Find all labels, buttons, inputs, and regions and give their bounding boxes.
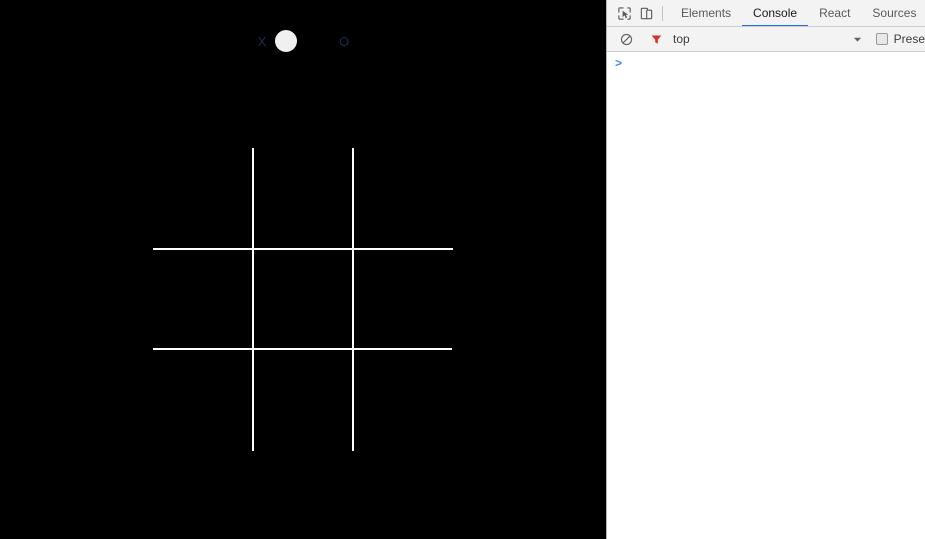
tab-console[interactable]: Console	[742, 0, 809, 26]
console-prompt-input[interactable]	[622, 57, 925, 71]
tab-react[interactable]: React	[808, 0, 861, 26]
web-page-viewport: X O	[0, 0, 606, 539]
board-grid-line-vertical-1	[252, 148, 254, 451]
preserve-log-checkbox[interactable]	[875, 33, 888, 45]
tab-react-label: React	[819, 6, 851, 20]
tab-sources-label: Sources	[872, 6, 917, 20]
toggle-label-x: X	[257, 33, 267, 49]
devtools-panel: Elements Console React Sources top Prese…	[606, 0, 925, 539]
console-context-selector[interactable]: top	[667, 32, 696, 46]
device-toolbar-icon[interactable]	[635, 2, 657, 24]
console-message-area[interactable]: >	[607, 52, 925, 539]
console-toolbar: top Prese	[607, 27, 925, 52]
tab-sources[interactable]: Sources	[861, 0, 925, 26]
chevron-down-icon[interactable]	[850, 31, 866, 47]
player-toggle[interactable]: X O	[0, 26, 606, 56]
board-cell-2[interactable]	[356, 148, 452, 244]
tic-tac-toe-board	[153, 148, 453, 451]
board-cell-0[interactable]	[153, 148, 249, 244]
board-cell-4[interactable]	[255, 251, 351, 347]
console-prompt-row[interactable]: >	[607, 52, 925, 74]
board-cell-6[interactable]	[153, 352, 249, 448]
board-cell-5[interactable]	[356, 251, 452, 347]
inspect-element-icon[interactable]	[613, 2, 635, 24]
console-context-label: top	[673, 32, 690, 46]
board-cell-3[interactable]	[153, 251, 249, 347]
clear-console-icon[interactable]	[615, 28, 637, 50]
board-cell-1[interactable]	[255, 148, 351, 244]
devtools-tabbar: Elements Console React Sources	[607, 0, 925, 27]
board-grid-line-vertical-2	[352, 148, 354, 451]
board-grid-line-horizontal-1	[153, 248, 453, 250]
tab-elements[interactable]: Elements	[670, 0, 742, 26]
preserve-log-toggle[interactable]: Prese	[866, 32, 925, 46]
console-prompt-chevron-icon: >	[615, 57, 623, 71]
toggle-knob[interactable]	[275, 30, 297, 52]
toggle-track[interactable]	[275, 26, 331, 56]
toggle-label-o: O	[338, 33, 350, 49]
board-cell-7[interactable]	[255, 352, 351, 448]
board-cell-8[interactable]	[356, 352, 452, 448]
board-grid-line-horizontal-2	[153, 348, 452, 350]
tab-elements-label: Elements	[681, 6, 732, 20]
toolbar-divider	[662, 5, 663, 21]
tab-console-label: Console	[753, 6, 798, 20]
filter-funnel-icon[interactable]	[645, 28, 667, 50]
preserve-log-label: Prese	[893, 32, 925, 46]
app-root: X O Elements Console React Sources top P…	[0, 0, 925, 539]
